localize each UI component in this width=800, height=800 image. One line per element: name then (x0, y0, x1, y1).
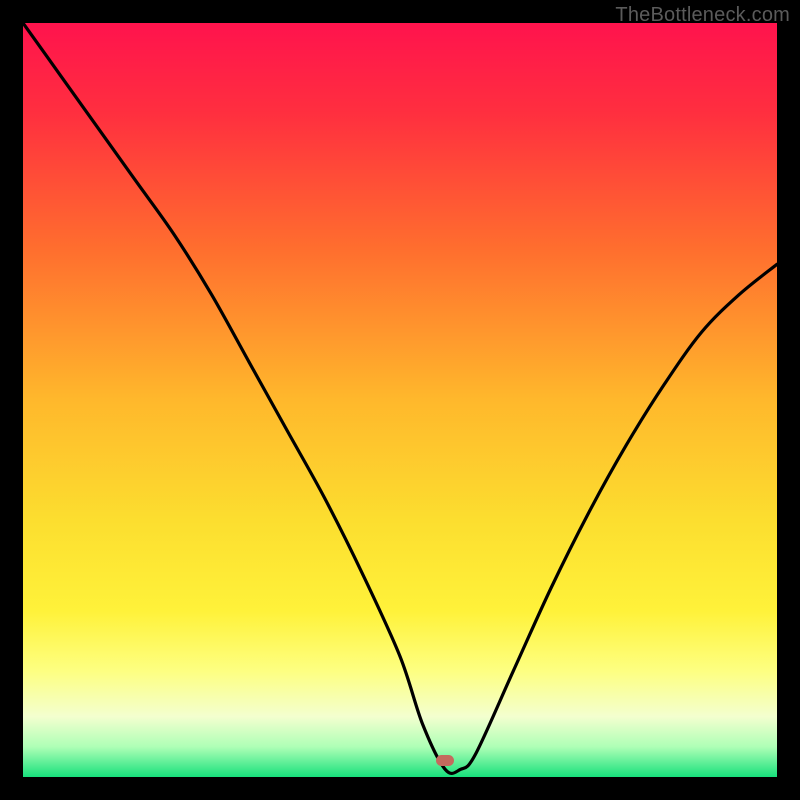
watermark-text: TheBottleneck.com (615, 4, 790, 27)
chart-frame: TheBottleneck.com (0, 0, 800, 800)
bottleneck-curve (23, 23, 777, 777)
plot-area (23, 23, 777, 777)
optimal-marker (436, 755, 454, 766)
